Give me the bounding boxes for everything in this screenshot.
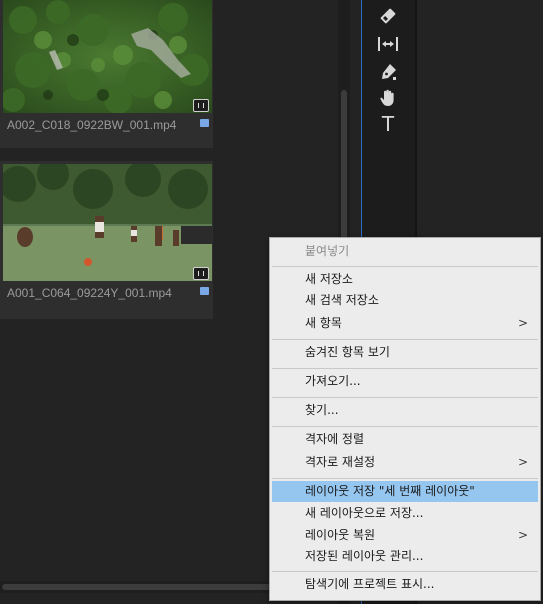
menu-separator bbox=[272, 397, 538, 398]
clip-thumbnail[interactable] bbox=[3, 0, 212, 113]
pen-icon[interactable] bbox=[376, 61, 400, 83]
premiere-workspace: A002_C018_0922BW_001.mp4 A001_C064_09224… bbox=[0, 0, 543, 604]
hand-icon[interactable] bbox=[376, 87, 400, 109]
menu-item-import[interactable]: 가져오기... bbox=[272, 371, 538, 392]
clip-label-color-icon bbox=[200, 287, 209, 295]
menu-item-restore-layout[interactable]: 레이아웃 복원 > bbox=[272, 525, 538, 546]
razor-icon[interactable] bbox=[376, 5, 400, 27]
submenu-arrow-icon: > bbox=[517, 455, 528, 469]
menu-separator bbox=[272, 426, 538, 427]
video-audio-badge-icon bbox=[193, 99, 209, 112]
menu-item-new-search-bin[interactable]: 새 검색 저장소 bbox=[272, 290, 538, 311]
menu-item-new-item[interactable]: 새 항목 > bbox=[272, 313, 538, 334]
menu-item-show-hidden-items[interactable]: 숨겨진 항목 보기 bbox=[272, 342, 538, 363]
submenu-arrow-icon: > bbox=[517, 528, 528, 542]
slip-icon[interactable] bbox=[376, 33, 400, 55]
clip-card[interactable]: A002_C018_0922BW_001.mp4 bbox=[0, 0, 213, 148]
submenu-arrow-icon: > bbox=[517, 316, 528, 330]
clip-name: A001_C064_09224Y_001.mp4 bbox=[7, 286, 172, 300]
menu-item-align-to-grid[interactable]: 격자에 정렬 bbox=[272, 429, 538, 450]
context-menu: 붙여넣기 새 저장소 새 검색 저장소 새 항목 > 숨겨진 항목 보기 가져오기… bbox=[269, 237, 541, 601]
menu-item-reset-to-grid[interactable]: 격자로 재설정 > bbox=[272, 452, 538, 473]
menu-item-reveal-project-in-explorer[interactable]: 탐색기에 프로젝트 표시... bbox=[272, 574, 538, 595]
menu-item-save-as-new-layout[interactable]: 새 레이아웃으로 저장... bbox=[272, 503, 538, 524]
menu-separator bbox=[272, 266, 538, 267]
menu-item-manage-saved-layouts[interactable]: 저장된 레이아웃 관리... bbox=[272, 546, 538, 567]
video-audio-badge-icon bbox=[193, 267, 209, 280]
clip-name: A002_C018_0922BW_001.mp4 bbox=[7, 118, 177, 132]
menu-separator bbox=[272, 339, 538, 340]
menu-item-new-bin[interactable]: 새 저장소 bbox=[272, 269, 538, 290]
clip-card[interactable]: A001_C064_09224Y_001.mp4 bbox=[0, 161, 213, 319]
menu-item-save-layout[interactable]: 레이아웃 저장 "세 번째 레이아웃" bbox=[272, 481, 538, 502]
menu-separator bbox=[272, 478, 538, 479]
clip-label-color-icon bbox=[200, 119, 209, 127]
menu-separator bbox=[272, 368, 538, 369]
menu-separator bbox=[272, 571, 538, 572]
clip-thumbnail[interactable] bbox=[3, 164, 212, 281]
menu-item-paste[interactable]: 붙여넣기 bbox=[272, 241, 538, 262]
menu-item-find[interactable]: 찾기... bbox=[272, 400, 538, 421]
type-icon[interactable]: T bbox=[376, 113, 400, 135]
